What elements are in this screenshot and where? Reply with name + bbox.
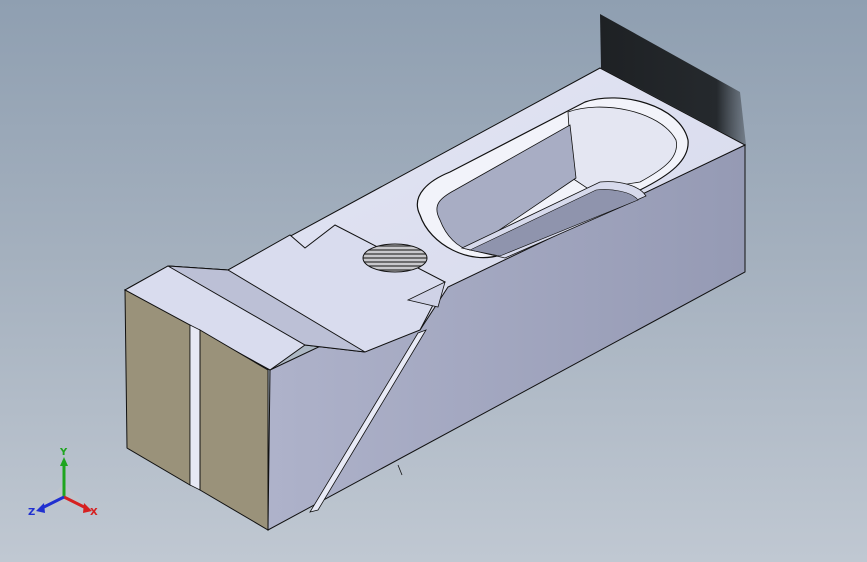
- triad-y-arrow: [60, 457, 68, 466]
- front-face-left[interactable]: [124, 289, 191, 486]
- triad-z-label: Z: [28, 507, 35, 518]
- groove-edge: [397, 464, 403, 476]
- triad-x-label: X: [90, 507, 98, 518]
- front-face-center-slot: [189, 324, 201, 491]
- triad-z-arrow: [36, 503, 45, 513]
- graphics-viewport[interactable]: Y X Z: [0, 0, 867, 562]
- model-scene[interactable]: Y X Z: [0, 0, 867, 562]
- thread-hatch-icon[interactable]: [362, 243, 428, 273]
- view-triad[interactable]: Y X Z: [28, 447, 98, 518]
- triad-y-label: Y: [59, 447, 68, 458]
